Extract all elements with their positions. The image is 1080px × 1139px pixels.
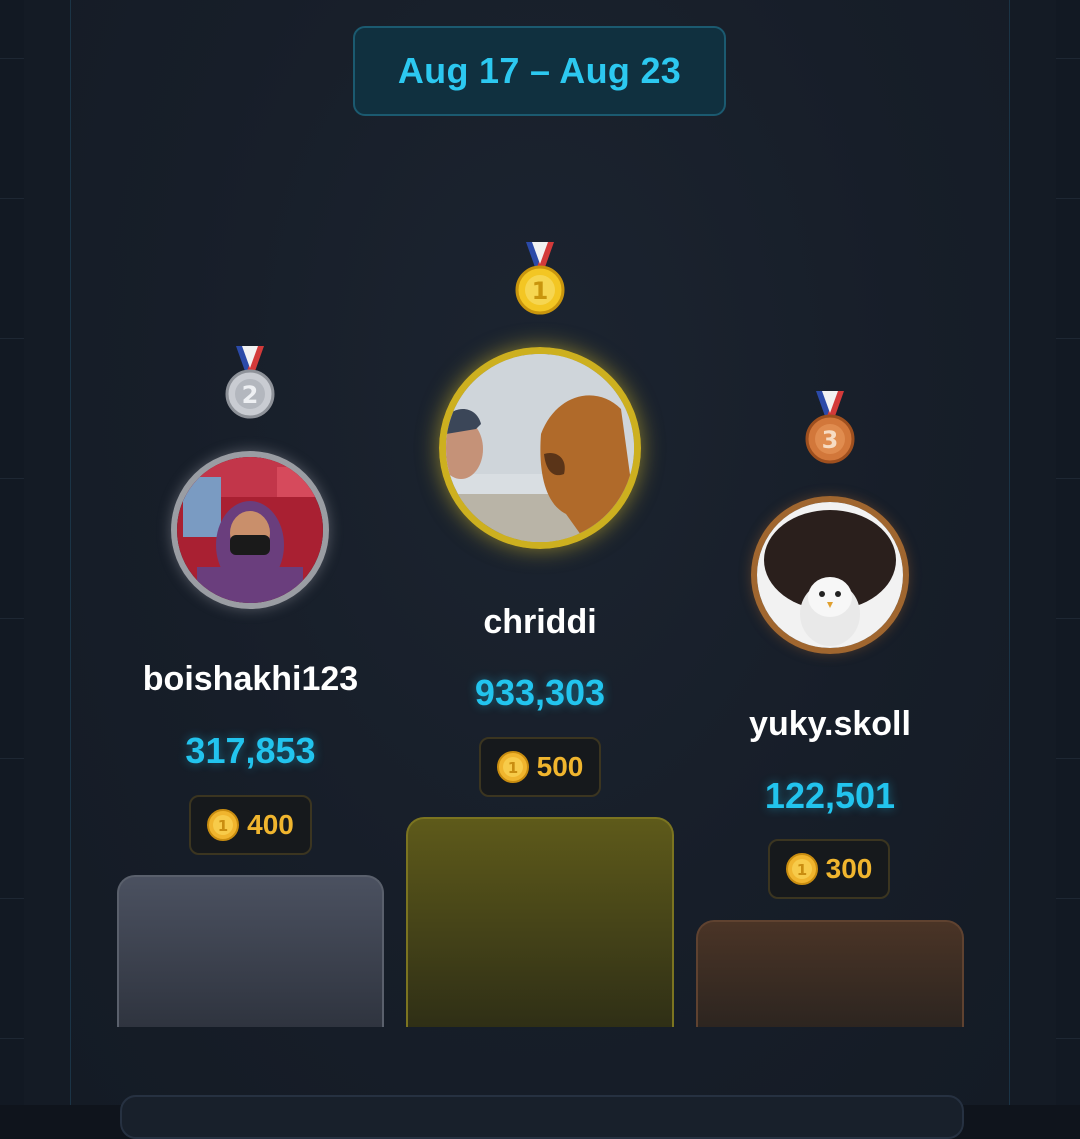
svg-text:1: 1 (218, 817, 228, 835)
svg-text:1: 1 (507, 759, 517, 777)
date-range-pill[interactable]: Aug 17 – Aug 23 (353, 26, 726, 116)
avatar-yuky-skoll[interactable] (751, 496, 909, 654)
podium-rank-2 (117, 875, 384, 1027)
username-boishakhi123: boishakhi123 (142, 660, 359, 698)
username-yuky-skoll: yuky.skoll (749, 705, 911, 743)
reward-amount: 300 (825, 853, 873, 884)
avatar-boishakhi123[interactable] (171, 451, 329, 609)
bronze-medal-icon: 3 (802, 389, 858, 465)
silver-medal-icon: 2 (222, 344, 278, 420)
reward-badge-rank-3: 1 300 (768, 839, 890, 899)
reward-badge-rank-1: 1 500 (479, 737, 601, 797)
avatar-chriddi[interactable] (439, 347, 641, 549)
leaderboard-list-card (120, 1095, 964, 1139)
reward-amount: 400 (247, 809, 294, 840)
reward-badge-rank-2: 1 400 (189, 795, 312, 855)
svg-text:1: 1 (796, 861, 806, 879)
date-range-label: Aug 17 – Aug 23 (397, 50, 682, 91)
coin-icon: 1 (785, 853, 818, 885)
left-edge (0, 0, 24, 1105)
score-boishakhi123: 317,853 (185, 730, 316, 771)
username-chriddi: chriddi (483, 603, 597, 641)
reward-amount: 500 (536, 751, 584, 782)
coin-icon: 1 (207, 809, 240, 841)
svg-text:1: 1 (532, 277, 549, 305)
svg-text:3: 3 (822, 426, 839, 454)
svg-text:2: 2 (242, 381, 259, 409)
podium-rank-1 (406, 817, 674, 1027)
score-yuky-skoll: 122,501 (764, 775, 896, 816)
right-edge (1056, 0, 1080, 1105)
gold-medal-icon: 1 (512, 240, 568, 316)
coin-icon: 1 (496, 751, 529, 783)
podium-rank-3 (696, 920, 964, 1027)
score-chriddi: 933,303 (474, 672, 606, 713)
